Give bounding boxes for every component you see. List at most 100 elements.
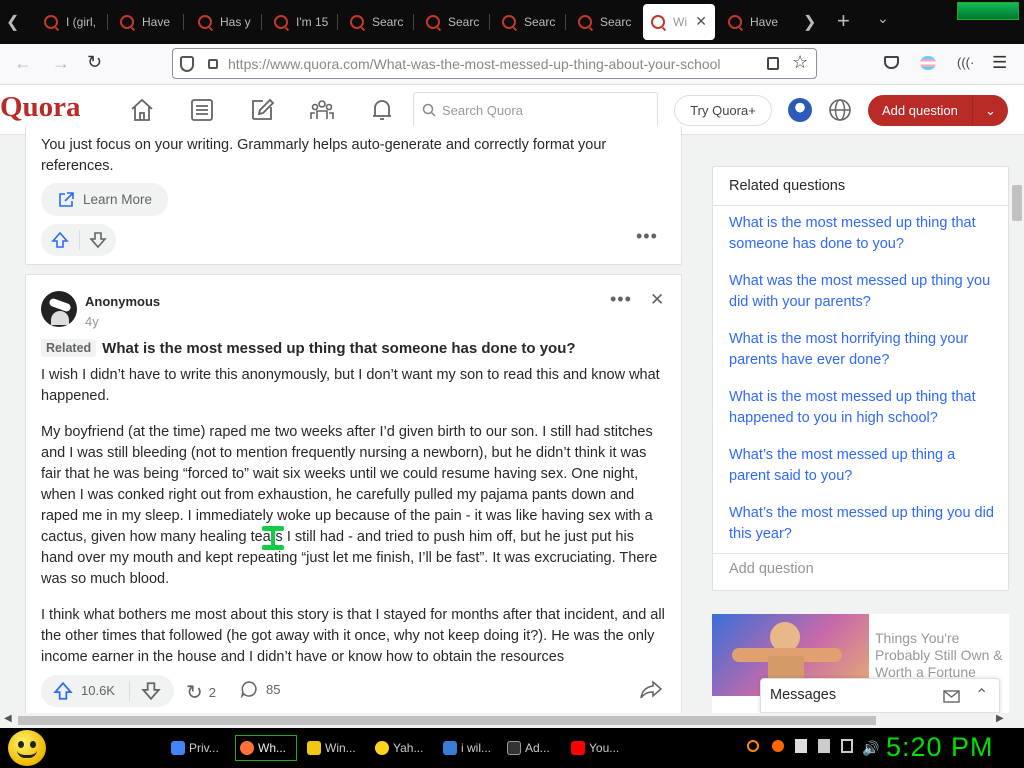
tab-label: Searc [448,15,480,29]
ad-text: You just focus on your writing. Grammarl… [41,137,607,174]
vertical-scrollbar[interactable] [1010,135,1024,713]
tray-document-icon[interactable] [795,739,807,753]
following-list-icon[interactable] [189,97,215,123]
quora-logo[interactable]: Quora [0,91,81,124]
tray-volume-icon[interactable]: 🔊 [862,740,879,757]
related-question-title[interactable]: What is the most messed up thing that so… [102,340,575,357]
related-question-link[interactable]: What is the most horrifying thing your p… [729,329,999,371]
notifications-bell-icon[interactable] [369,97,395,123]
try-quora-plus-button[interactable]: Try Quora+ [674,95,772,126]
close-icon[interactable]: ✕ [650,290,664,310]
downvote-icon[interactable] [89,231,107,249]
quora-icon [426,15,440,29]
browser-tab[interactable]: Searc [570,4,642,40]
taskbar-item[interactable]: Ad... [503,735,565,761]
extension-flag-icon[interactable] [920,56,936,70]
downvote-icon[interactable] [141,681,161,701]
tab-scroll-left-icon[interactable]: ❮ [6,12,19,32]
quora-icon [728,15,742,29]
related-add-question-link[interactable]: Add question [729,561,814,577]
bookmark-star-icon[interactable]: ☆ [792,52,808,73]
search-icon [422,103,436,117]
compose-message-icon[interactable] [943,688,961,704]
related-tag: Related [41,339,97,357]
folder-icon [307,741,321,755]
upvote-icon[interactable] [51,231,69,249]
comment-icon [240,681,257,698]
more-options-icon[interactable]: ••• [636,226,658,247]
new-tab-icon[interactable]: + [837,8,850,34]
related-question-link[interactable]: What’s the most messed up thing a parent… [729,445,999,487]
taskbar-item-label: Ad... [525,741,550,755]
upvote-icon[interactable] [53,681,73,701]
related-question-link[interactable]: What was the most messed up thing you di… [729,271,999,313]
search-input[interactable]: Search Quora [413,92,658,128]
browser-tab[interactable]: Searc [342,4,414,40]
tab-scroll-right-icon[interactable]: ❯ [803,12,816,32]
tray-circle-icon[interactable] [772,740,784,752]
answer-paragraph: I wish I didn’t have to write this anony… [41,367,660,404]
chevron-down-icon[interactable]: ⌄ [972,95,1008,126]
start-smiley-icon[interactable] [8,730,46,766]
spaces-people-icon[interactable] [309,97,335,123]
share-button[interactable]: ↻ 2 [186,680,216,705]
reload-icon[interactable]: ↻ [87,52,102,73]
url-text: https://www.quora.com/What-was-the-most-… [228,56,738,72]
quora-icon [651,15,665,29]
close-tab-icon[interactable]: ✕ [695,13,707,30]
ad-card: You just focus on your writing. Grammarl… [25,126,682,265]
vertical-scroll-thumb[interactable] [1012,185,1022,221]
chevron-up-icon[interactable]: ⌃ [975,685,988,705]
url-host: https://www.quora.com [228,55,370,72]
forward-icon[interactable]: → [52,53,70,74]
related-question-link[interactable]: What’s the most messed up thing you did … [729,503,999,545]
related-question-link[interactable]: What is the most messed up thing that so… [729,213,999,255]
browser-tab[interactable]: Has y [190,4,262,40]
shield-icon [180,55,194,72]
browser-tab[interactable]: Have [112,4,184,40]
related-question-link[interactable]: What is the most messed up thing that ha… [729,387,999,429]
author-name[interactable]: Anonymous [85,294,160,309]
browser-tab[interactable]: I (girl, [36,4,108,40]
answer-time[interactable]: 4y [85,314,99,329]
clock[interactable]: 5:20 PM [886,732,994,763]
share-arrow-icon[interactable] [640,680,662,700]
home-icon[interactable] [129,97,155,123]
browser-tab[interactable]: Searc [494,4,566,40]
browser-tab[interactable]: Searc [418,4,490,40]
horizontal-scrollbar[interactable]: ◀ ▶ [0,713,1010,728]
comment-button[interactable]: 85 [240,680,280,698]
language-globe-icon[interactable] [828,98,852,122]
tab-list-chevron-down-icon[interactable]: ⌄ [877,10,889,27]
learn-more-button[interactable]: Learn More [41,183,169,216]
answer-pencil-icon[interactable] [249,97,275,123]
extension-icon[interactable]: (((· [957,55,974,70]
url-bar[interactable]: https://www.quora.com/What-was-the-most-… [172,48,817,79]
command-prompt-icon [507,741,521,755]
taskbar-item[interactable]: You... [567,735,629,761]
tray-flag-icon[interactable] [818,739,830,753]
taskbar-item[interactable]: Priv... [167,735,229,761]
horizontal-scroll-thumb[interactable] [18,716,876,725]
more-options-icon[interactable]: ••• [610,289,632,310]
pocket-icon[interactable] [884,56,899,69]
reader-view-icon[interactable] [767,57,779,70]
tray-search-icon[interactable] [747,740,759,752]
add-question-button[interactable]: Add question ⌄ [868,95,1008,126]
browser-tab[interactable]: I'm 15 [266,4,338,40]
avatar[interactable] [788,98,812,122]
taskbar-item[interactable]: Win... [303,735,365,761]
back-icon[interactable]: ← [14,53,32,74]
taskbar-item[interactable]: i wil... [439,735,501,761]
taskbar-item[interactable]: Yah... [371,735,433,761]
browser-tab[interactable]: Have [720,4,792,40]
taskbar-item-active[interactable]: Wh... [235,735,297,761]
window-indicator-icon [957,2,1019,20]
answer-paragraph: My boyfriend (at the time) raped me two … [41,424,658,587]
avatar[interactable] [41,291,77,327]
messages-bar[interactable]: Messages ⌃ [760,678,1000,713]
menu-hamburger-icon[interactable]: ☰ [992,53,1007,73]
tab-label: Has y [220,15,251,29]
browser-tab-active[interactable]: Wi ✕ [643,4,715,40]
tray-network-icon[interactable] [841,739,853,753]
